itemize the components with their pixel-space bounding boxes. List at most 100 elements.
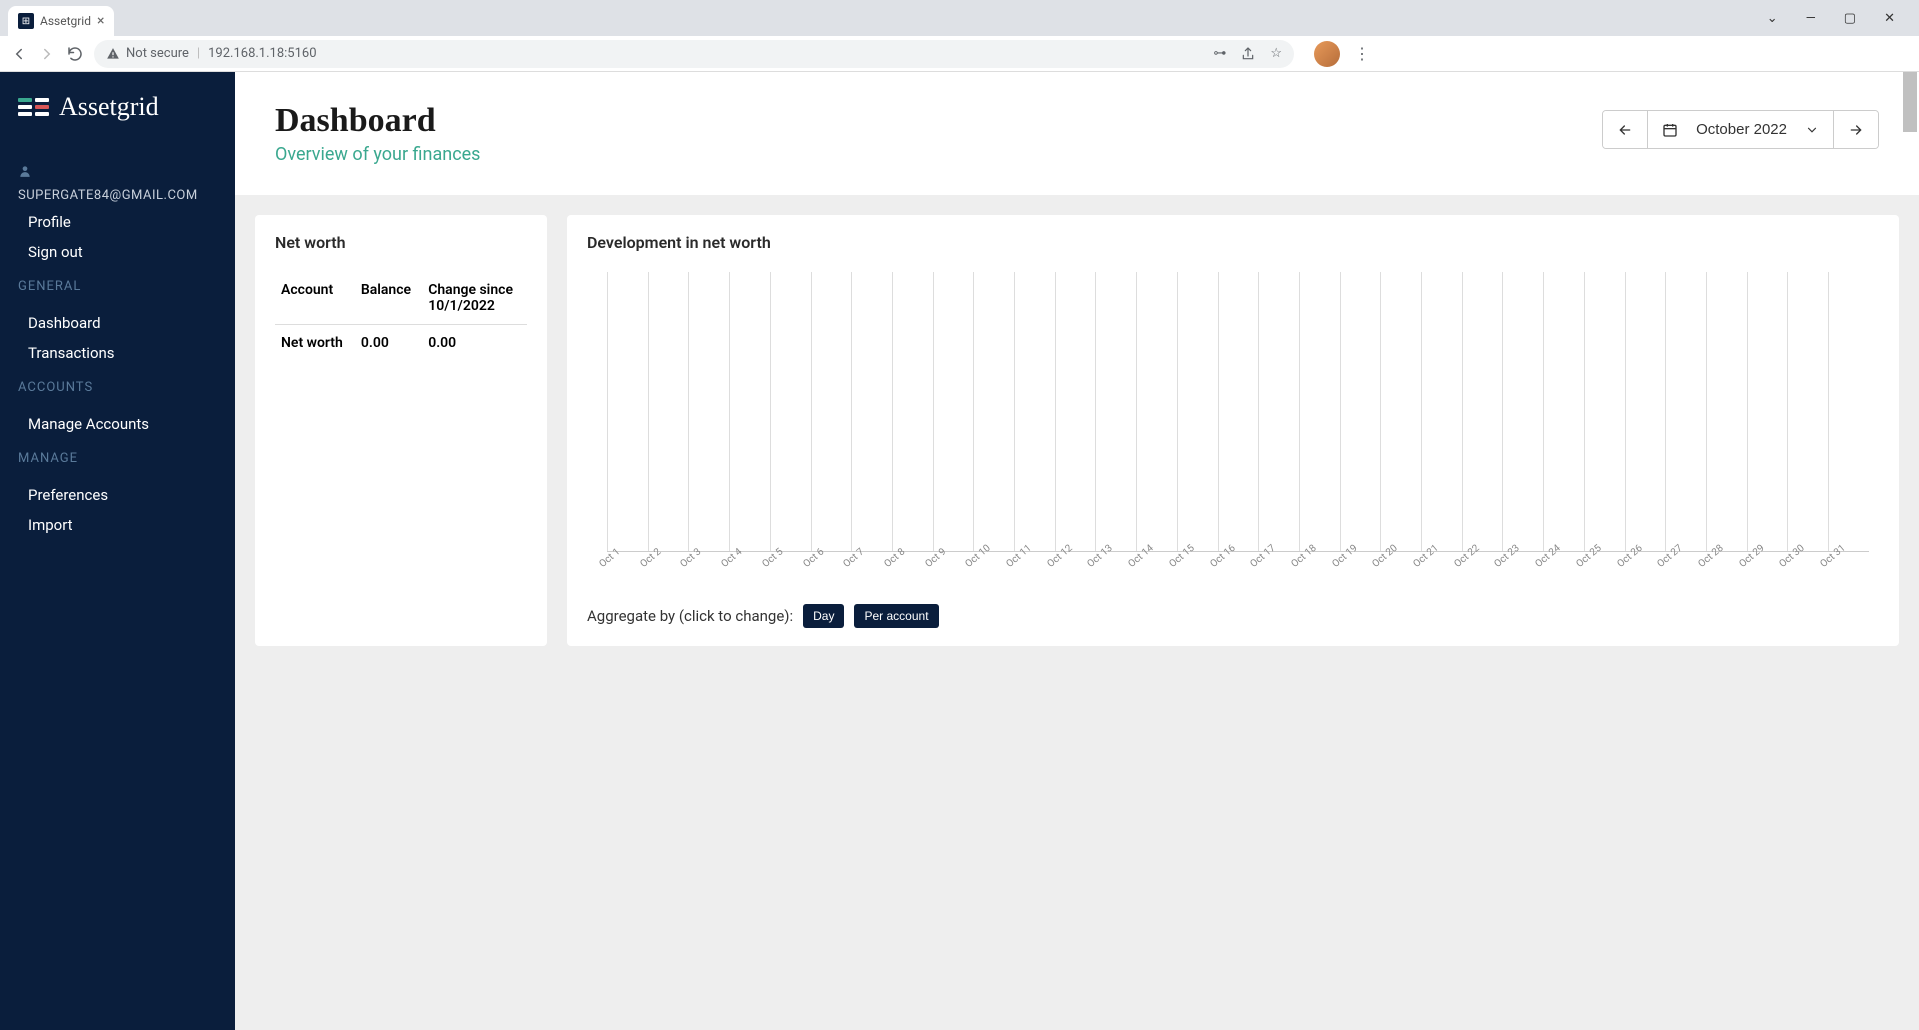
sidebar-item-manage-accounts[interactable]: Manage Accounts xyxy=(0,409,235,439)
chart-gridline xyxy=(892,272,933,551)
sidebar: Assetgrid SUPERGATE84@GMAIL.COM Profile … xyxy=(0,72,235,1030)
chart-gridline xyxy=(1625,272,1666,551)
chevron-down-icon xyxy=(1805,123,1819,137)
close-icon[interactable]: × xyxy=(97,13,104,29)
chart-gridline xyxy=(811,272,852,551)
logo[interactable]: Assetgrid xyxy=(0,92,235,152)
share-icon[interactable] xyxy=(1240,46,1256,62)
chart-gridline xyxy=(1706,272,1747,551)
browser-tab[interactable]: ⊞ Assetgrid × xyxy=(8,6,114,36)
chart-gridline xyxy=(1462,272,1503,551)
page-title: Dashboard xyxy=(275,102,480,140)
accounts-section-header: ACCOUNTS xyxy=(18,380,217,395)
arrow-right-icon xyxy=(1848,122,1864,138)
chart-gridline xyxy=(1787,272,1828,551)
security-label: Not secure xyxy=(126,46,189,61)
sidebar-item-preferences[interactable]: Preferences xyxy=(0,480,235,510)
period-prev-button[interactable] xyxy=(1603,111,1648,148)
logo-text: Assetgrid xyxy=(59,92,159,122)
cards-row: Net worth Account Balance Change since 1… xyxy=(235,195,1919,666)
chart-gridline xyxy=(1055,272,1096,551)
chart-gridline xyxy=(1421,272,1462,551)
key-icon[interactable]: ⊶ xyxy=(1213,46,1226,62)
networth-table: Account Balance Change since 10/1/2022 N… xyxy=(275,272,527,361)
networth-card-title: Net worth xyxy=(275,233,527,252)
main-content: Dashboard Overview of your finances Octo… xyxy=(235,72,1919,1030)
chart-x-axis: Oct 1Oct 2Oct 3Oct 4Oct 5Oct 6Oct 7Oct 8… xyxy=(607,558,1869,588)
security-warning-icon[interactable]: Not secure xyxy=(106,46,189,61)
chart-gridline xyxy=(1177,272,1218,551)
row-balance: 0.00 xyxy=(355,325,422,362)
chart-gridline xyxy=(729,272,770,551)
chart-gridline xyxy=(1136,272,1177,551)
nav-bar: Not secure | 192.168.1.18:5160 ⊶ ☆ ⋮ xyxy=(0,36,1919,72)
favicon-icon: ⊞ xyxy=(18,13,34,29)
arrow-left-icon xyxy=(1617,122,1633,138)
chart-plot-area xyxy=(607,272,1869,552)
more-icon[interactable]: ⋮ xyxy=(1354,44,1370,63)
url-text: 192.168.1.18:5160 xyxy=(208,46,316,61)
period-next-button[interactable] xyxy=(1834,111,1878,148)
aggregate-label: Aggregate by (click to change): xyxy=(587,607,793,625)
chart-gridline xyxy=(851,272,892,551)
chart-gridline xyxy=(1665,272,1706,551)
reload-icon[interactable] xyxy=(66,45,84,63)
networth-card: Net worth Account Balance Change since 1… xyxy=(255,215,547,646)
col-change: Change since 10/1/2022 xyxy=(422,272,527,325)
sidebar-item-import[interactable]: Import xyxy=(0,510,235,540)
chart-card-title: Development in net worth xyxy=(587,233,1879,252)
profile-avatar[interactable] xyxy=(1314,41,1340,67)
forward-icon[interactable] xyxy=(38,45,56,63)
chart-gridline xyxy=(1095,272,1136,551)
chevron-down-icon[interactable]: ⌄ xyxy=(1759,7,1786,30)
aggregate-per-account-button[interactable]: Per account xyxy=(854,604,938,628)
period-picker: October 2022 xyxy=(1602,110,1879,149)
page-header: Dashboard Overview of your finances Octo… xyxy=(235,72,1919,195)
manage-section-header: MANAGE xyxy=(18,451,217,466)
browser-chrome: ⊞ Assetgrid × ⌄ — ▢ ✕ Not secure | 192.1… xyxy=(0,0,1919,72)
window-controls: ⌄ — ▢ ✕ xyxy=(1759,7,1911,30)
chart-gridline xyxy=(1502,272,1543,551)
sidebar-item-signout[interactable]: Sign out xyxy=(0,237,235,267)
sidebar-item-transactions[interactable]: Transactions xyxy=(0,338,235,368)
col-account: Account xyxy=(275,272,355,325)
user-section-header xyxy=(18,164,217,178)
row-label: Net worth xyxy=(275,325,355,362)
sidebar-item-profile[interactable]: Profile xyxy=(0,207,235,237)
chart-gridline xyxy=(1218,272,1259,551)
calendar-icon xyxy=(1662,122,1678,138)
chart-gridline xyxy=(1258,272,1299,551)
chart-gridline xyxy=(648,272,689,551)
scrollbar[interactable] xyxy=(1903,72,1917,132)
user-icon xyxy=(18,164,32,178)
period-label: October 2022 xyxy=(1696,121,1787,138)
chart-gridline xyxy=(1299,272,1340,551)
back-icon[interactable] xyxy=(10,45,28,63)
page-subtitle: Overview of your finances xyxy=(275,144,480,165)
chart-gridline xyxy=(933,272,974,551)
chart-gridline xyxy=(1340,272,1381,551)
address-bar[interactable]: Not secure | 192.168.1.18:5160 ⊶ ☆ xyxy=(94,40,1294,68)
aggregate-day-button[interactable]: Day xyxy=(803,604,844,628)
star-icon[interactable]: ☆ xyxy=(1270,46,1282,62)
sidebar-item-dashboard[interactable]: Dashboard xyxy=(0,308,235,338)
app-root: Assetgrid SUPERGATE84@GMAIL.COM Profile … xyxy=(0,72,1919,1030)
tab-bar: ⊞ Assetgrid × ⌄ — ▢ ✕ xyxy=(0,0,1919,36)
chart-gridline xyxy=(1014,272,1055,551)
minimize-icon[interactable]: — xyxy=(1798,7,1824,30)
chart-gridline xyxy=(1747,272,1788,551)
chart-gridline xyxy=(607,272,648,551)
chart-gridline xyxy=(688,272,729,551)
chart-gridline xyxy=(770,272,811,551)
aggregate-controls: Aggregate by (click to change): Day Per … xyxy=(587,604,1879,628)
period-select-button[interactable]: October 2022 xyxy=(1648,111,1834,148)
chart-gridline xyxy=(1543,272,1584,551)
close-window-icon[interactable]: ✕ xyxy=(1876,7,1903,30)
user-email: SUPERGATE84@GMAIL.COM xyxy=(18,188,217,203)
chart-gridline xyxy=(1584,272,1625,551)
tab-title: Assetgrid xyxy=(40,14,91,28)
maximize-icon[interactable]: ▢ xyxy=(1836,7,1864,30)
chart-gridline xyxy=(1828,272,1869,551)
chart-gridline xyxy=(973,272,1014,551)
logo-icon xyxy=(18,98,49,116)
